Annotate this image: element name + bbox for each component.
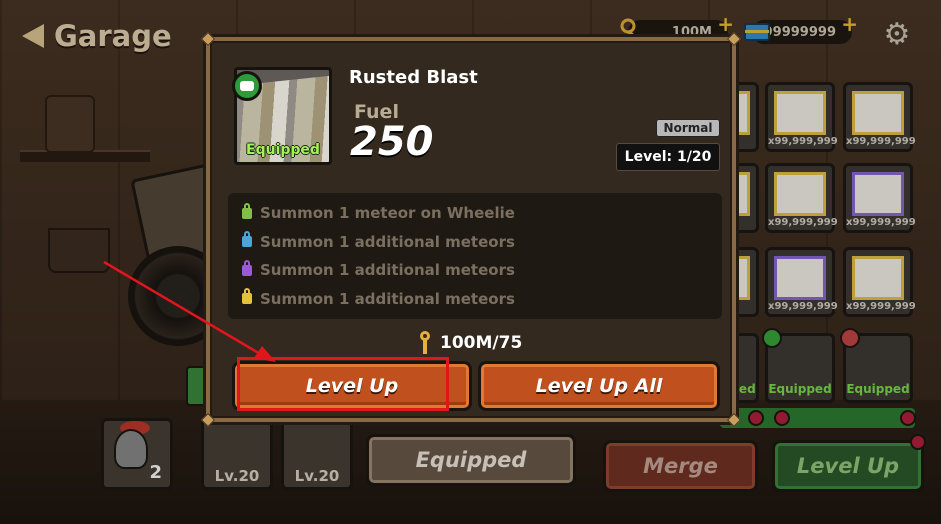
lock-icon [242,288,252,305]
skill-list: Summon 1 meteor on Wheelie Summon 1 addi… [228,193,722,319]
skill-text: Summon 1 additional meteors [260,289,515,308]
equip-fist-icon [232,71,262,101]
skill-row: Summon 1 additional meteors [242,228,708,257]
skill-row: Summon 1 additional meteors [242,256,708,285]
key-icon [418,331,432,355]
upgrade-cost-value: 100M/75 [440,333,523,353]
skill-text: Summon 1 meteor on Wheelie [260,204,515,223]
highlight-box [237,357,449,411]
skill-row: Summon 1 meteor on Wheelie [242,199,708,228]
rarity-badge: Normal [656,119,720,137]
lock-icon [242,259,252,276]
lock-icon [242,202,252,219]
lock-icon [242,231,252,248]
skill-text: Summon 1 additional meteors [260,261,515,280]
skill-row: Summon 1 additional meteors [242,285,708,314]
skill-text: Summon 1 additional meteors [260,232,515,251]
level-up-all-button[interactable]: Level Up All [478,361,720,411]
equipped-label: Equipped [246,142,320,158]
stat-value: 250 [350,119,434,165]
upgrade-cost: 100M/75 [418,331,522,355]
item-name: Rusted Blast [349,67,478,88]
item-level: Level: 1/20 [616,143,720,171]
